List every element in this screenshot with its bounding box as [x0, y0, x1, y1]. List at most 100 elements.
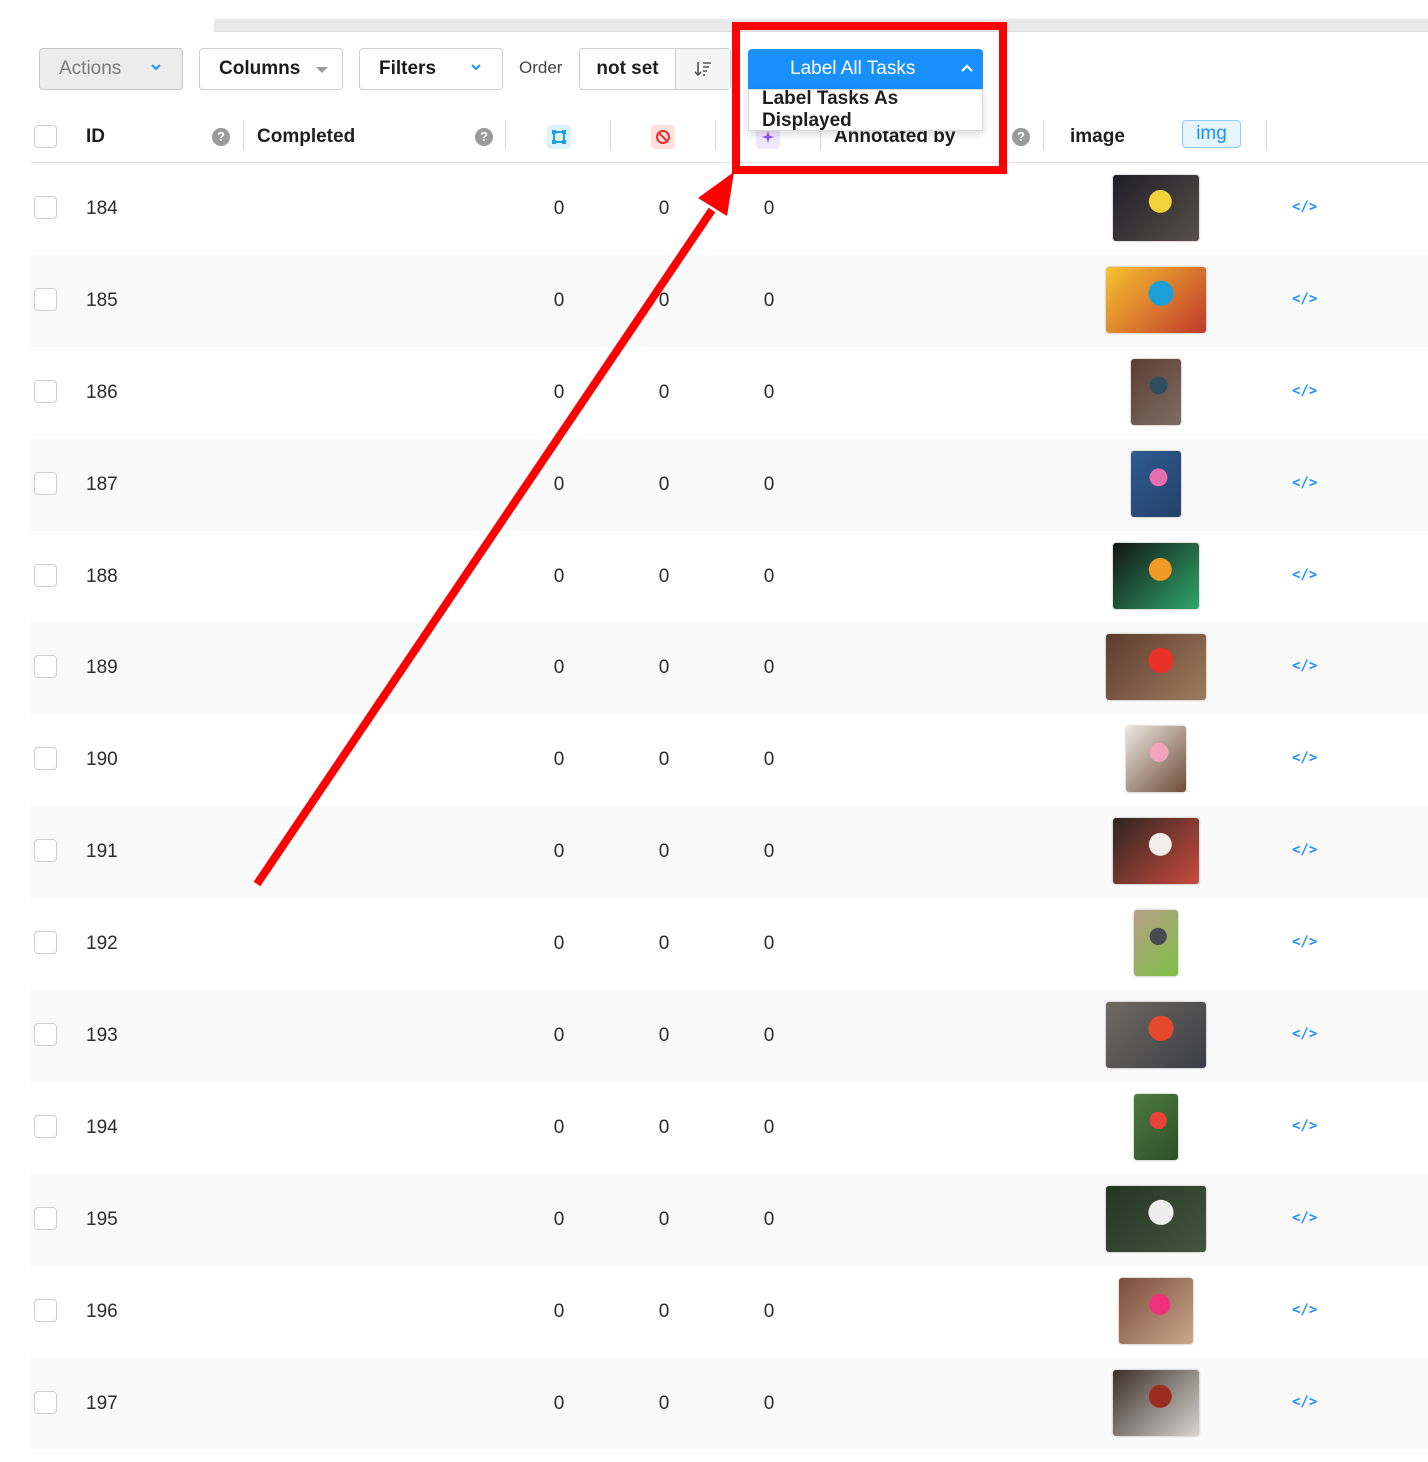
code-icon[interactable]: </> — [1292, 750, 1317, 766]
code-icon[interactable]: </> — [1292, 1302, 1317, 1318]
image-thumbnail[interactable] — [1106, 634, 1206, 701]
row-checkbox[interactable] — [34, 747, 57, 771]
row-checkbox[interactable] — [34, 287, 57, 311]
image-thumbnail[interactable] — [1106, 1002, 1206, 1069]
column-header-annotations[interactable] — [547, 110, 571, 163]
order-label: Order — [519, 58, 563, 77]
image-thumbnail[interactable] — [1119, 1277, 1193, 1344]
order-select[interactable]: not set — [579, 48, 731, 90]
image-thumbnail[interactable] — [1113, 818, 1199, 885]
image-thumbnail[interactable] — [1131, 450, 1181, 517]
table-row[interactable]: 192 0 0 0 </> — [30, 898, 1428, 990]
chevron-down-icon — [151, 64, 161, 71]
code-icon[interactable]: </> — [1292, 383, 1317, 399]
row-checkbox[interactable] — [34, 563, 57, 587]
table-row[interactable]: 197 0 0 0 </> — [30, 1357, 1428, 1450]
table-row[interactable]: 184 0 0 0 </> — [30, 163, 1428, 255]
cell-cancelled-count: 0 — [658, 1116, 670, 1138]
row-checkbox[interactable] — [34, 196, 57, 219]
actions-button[interactable]: Actions — [39, 48, 183, 90]
column-header-id[interactable]: ID — [86, 110, 105, 163]
row-checkbox[interactable] — [34, 1206, 57, 1230]
cell-cancelled-count: 0 — [658, 1300, 670, 1322]
table-row[interactable]: 188 0 0 0 </> — [30, 531, 1428, 623]
image-thumbnail[interactable] — [1126, 726, 1186, 793]
code-icon[interactable]: </> — [1292, 475, 1317, 491]
cell-id: 195 — [86, 1208, 118, 1230]
cell-annotations-count: 0 — [553, 933, 565, 955]
column-divider — [715, 120, 716, 150]
column-header-completed[interactable]: Completed — [257, 110, 355, 163]
table-row[interactable]: 187 0 0 0 </> — [30, 438, 1428, 531]
cell-cancelled-count: 0 — [658, 657, 670, 679]
help-icon[interactable]: ? — [1012, 127, 1030, 146]
row-checkbox[interactable] — [34, 1298, 57, 1322]
table-row[interactable]: 185 0 0 0 </> — [30, 254, 1428, 347]
image-thumbnail[interactable] — [1106, 1185, 1206, 1252]
image-thumbnail[interactable] — [1113, 542, 1199, 609]
cell-cancelled-count: 0 — [658, 381, 670, 403]
cell-predictions-count: 0 — [763, 473, 775, 495]
columns-button[interactable]: Columns — [199, 48, 343, 90]
completed-help-cell: ? — [475, 110, 493, 163]
column-header-cancelled[interactable] — [651, 110, 675, 163]
code-icon[interactable]: </> — [1292, 1210, 1317, 1226]
row-checkbox[interactable] — [34, 1390, 57, 1414]
cell-id: 187 — [86, 473, 118, 495]
image-thumbnail[interactable] — [1131, 358, 1181, 425]
row-checkbox[interactable] — [34, 839, 57, 863]
cell-predictions-count: 0 — [763, 565, 775, 587]
label-tasks-as-displayed-item[interactable]: Label Tasks As Displayed — [748, 88, 983, 131]
cell-id: 185 — [86, 289, 118, 311]
cell-annotations-count: 0 — [553, 1300, 565, 1322]
code-icon[interactable]: </> — [1292, 1394, 1317, 1410]
image-thumbnail[interactable] — [1113, 1369, 1199, 1436]
sort-direction-button[interactable] — [676, 49, 730, 89]
table-header: ID ? Completed ? Annotated by ? image im… — [30, 110, 1428, 163]
image-thumbnail[interactable] — [1134, 1093, 1178, 1160]
image-thumbnail[interactable] — [1113, 175, 1199, 241]
row-checkbox[interactable] — [34, 471, 57, 495]
cell-predictions-count: 0 — [763, 197, 775, 219]
code-icon[interactable]: </> — [1292, 1026, 1317, 1042]
cell-predictions-count: 0 — [763, 1392, 775, 1414]
code-icon[interactable]: </> — [1292, 934, 1317, 950]
code-icon[interactable]: </> — [1292, 1118, 1317, 1134]
code-icon[interactable]: </> — [1292, 291, 1317, 307]
row-checkbox[interactable] — [34, 931, 57, 955]
table-row[interactable]: 194 0 0 0 </> — [30, 1082, 1428, 1174]
order-value[interactable]: not set — [580, 49, 676, 89]
row-checkbox[interactable] — [34, 379, 57, 403]
cell-predictions-count: 0 — [763, 381, 775, 403]
table-row[interactable]: 190 0 0 0 </> — [30, 714, 1428, 806]
cell-predictions-count: 0 — [763, 749, 775, 771]
table-row[interactable]: 193 0 0 0 </> — [30, 990, 1428, 1082]
filters-button[interactable]: Filters — [359, 48, 503, 90]
table-row[interactable]: 195 0 0 0 </> — [30, 1173, 1428, 1266]
column-header-image[interactable]: image — [1070, 110, 1125, 163]
select-all-checkbox[interactable] — [34, 125, 57, 148]
help-icon[interactable]: ? — [212, 127, 230, 146]
cell-annotations-count: 0 — [553, 473, 565, 495]
row-checkbox[interactable] — [34, 1114, 57, 1138]
help-icon[interactable]: ? — [475, 127, 493, 146]
column-divider — [610, 120, 611, 150]
code-icon[interactable]: </> — [1292, 658, 1317, 674]
row-checkbox[interactable] — [34, 655, 57, 679]
image-thumbnail[interactable] — [1106, 266, 1206, 333]
table-row[interactable]: 191 0 0 0 </> — [30, 806, 1428, 899]
cell-annotations-count: 0 — [553, 657, 565, 679]
cell-annotations-count: 0 — [553, 749, 565, 771]
code-icon[interactable]: </> — [1292, 842, 1317, 858]
table-row[interactable]: 186 0 0 0 </> — [30, 347, 1428, 439]
cell-annotations-count: 0 — [553, 1116, 565, 1138]
code-icon[interactable]: </> — [1292, 567, 1317, 583]
table-row[interactable]: 189 0 0 0 </> — [30, 622, 1428, 715]
chevron-up-icon[interactable] — [959, 61, 975, 77]
image-thumbnail[interactable] — [1134, 910, 1178, 977]
label-all-tasks-button[interactable]: Label All Tasks — [748, 49, 983, 89]
code-icon[interactable]: </> — [1292, 199, 1317, 215]
row-checkbox[interactable] — [34, 1023, 57, 1047]
cell-cancelled-count: 0 — [658, 473, 670, 495]
table-row[interactable]: 196 0 0 0 </> — [30, 1266, 1428, 1358]
